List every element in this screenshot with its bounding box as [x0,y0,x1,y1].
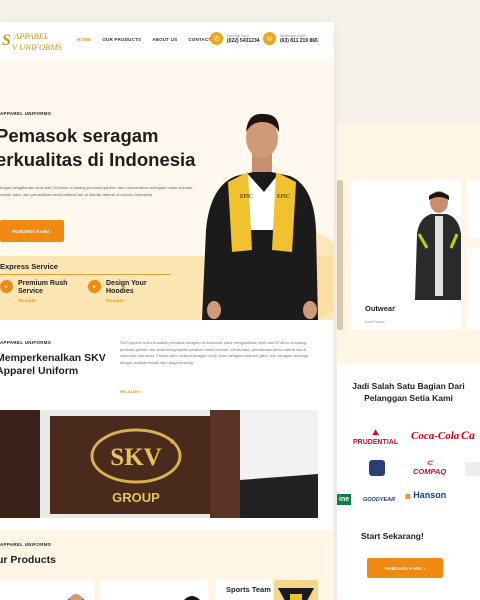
client-logo-partial-box [465,462,480,476]
top-navbar: S APPAREL V UNIFORMS HOME OUR PRODUCTS A… [0,22,334,60]
sign-skv-text: SKV [110,444,161,471]
express-divider [0,274,170,275]
hero-description: engan pengalaman lebih dari 20 tahun di … [0,185,194,197]
about-description: SKV Apparel Uniform adalah pemasok serag… [120,341,309,365]
hero-contact-button[interactable]: HUBUNGI KAMI › [0,220,64,242]
about-section: APPAREL UNIFORMS Memperkenalkan SKV Appa… [0,320,334,530]
clients-title: Jadi Salah Satu Bagian Dari Pelanggan Se… [352,381,465,403]
client-logo-partial-green: ine [337,494,352,505]
company-sign-photo: SKV ® GROUP [0,410,318,518]
sash-text-left: EPIC [240,194,253,200]
brand-logo[interactable]: S APPAREL V UNIFORMS [2,28,64,56]
graduate-model-photo: EPIC EPIC [202,113,334,320]
sash-text-right: EPIC [277,194,290,200]
whatsapp-number: (63) 811 219 865 [280,37,318,44]
hero-section: APPAREL UNIFORMS Pemasok seragam erkuali… [0,60,334,320]
sign-registered-mark: ® [170,439,175,446]
client-logo-partial: Ca [461,428,476,442]
about-title: Memperkenalkan SKV Apparel Uniform [0,352,106,377]
service-link[interactable]: PELAJARI › [106,299,166,303]
products-title: ur Products [0,554,56,566]
nav-link-about[interactable]: ABOUT US [152,37,177,42]
product-card[interactable] [274,580,318,600]
client-logo-hanson: ▦ Hanson [405,490,446,500]
whatsapp-contact[interactable]: ✉ WhatsApp Kami (63) 811 219 865 [263,32,318,45]
client-logo-compaq: ⊂ COMPAQ [413,458,446,476]
phone-contact[interactable]: ✆ Hubungi Kami (022) 5431234 [210,32,260,45]
hanson-icon: ▦ [405,494,411,500]
client-logo-prudential: ⛰ PRUDENTIAL [353,428,398,446]
hero-title-line2: erkualitas di Indonesia [0,149,196,170]
products-section: APPAREL UNIFORMS ur Products Sports Team [0,530,334,600]
product-card-sports-team[interactable]: Sports Team [216,580,272,600]
hero-eyebrow: APPAREL UNIFORMS [0,111,52,116]
product-card-partial[interactable] [467,180,480,238]
service-design-hoodies[interactable]: ▸ Design Your Hoodies PELAJARI › [88,280,166,303]
home-page-preview: S APPAREL V UNIFORMS HOME OUR PRODUCTS A… [0,22,334,600]
client-name: Hanson [413,490,447,500]
about-read-more-link[interactable]: PELAJARI › [120,390,141,394]
service-link[interactable]: PELAJARI › [18,299,78,303]
logo-emblem: S [2,32,11,49]
service-title: Design Your Hoodies [106,280,147,295]
about-eyebrow: APPAREL UNIFORMS [0,340,52,345]
whatsapp-icon: ✉ [263,32,276,45]
logo-bottom-text: V UNIFORMS [12,42,62,52]
service-premium-rush[interactable]: ▸ Premium Rush Service PELAJARI › [0,280,78,303]
hero-title: Pemasok seragam erkualitas di Indonesia [0,124,206,172]
client-shield-icon [369,460,385,476]
service-title: Premium Rush Service [18,280,68,295]
rush-icon: ▸ [0,280,13,293]
hero-title-line1: Pemasok seragam [0,125,159,146]
client-logo-coca-cola: Coca-Cola [411,430,460,442]
phone-icon: ✆ [210,32,223,45]
express-title: Express Service [0,262,58,271]
hoodie-icon: ▸ [88,280,101,293]
start-now-title: Start Sekarang! [361,531,424,541]
product-card[interactable] [100,580,208,600]
nav-link-home[interactable]: HOME [77,37,91,42]
logo-top-text: APPAREL [14,31,49,41]
nav-link-products[interactable]: OUR PRODUCTS [102,37,141,42]
start-contact-button[interactable]: HUBUNGI KAMI › [367,558,443,578]
product-card[interactable] [0,580,94,600]
sign-group-text: GROUP [112,490,160,505]
prudential-icon: ⛰ [372,428,379,437]
product-card-edge [337,180,343,330]
outwear-model-photo [415,191,461,300]
products-eyebrow: APPAREL UNIFORMS [0,542,52,547]
outwear-card-link[interactable]: Lihat Produk [365,320,385,324]
products-page-preview: Outwear Lihat Produk Jadi Salah Satu Bag… [337,124,480,600]
outwear-card-title: Outwear [365,304,396,313]
client-name: PRUDENTIAL [353,439,399,446]
phone-number: (022) 5431234 [227,37,260,44]
client-name: COMPAQ [413,467,447,476]
nav-links: HOME OUR PRODUCTS ABOUT US CONTACT US [77,37,220,42]
products-band: Outwear Lihat Produk [337,124,480,364]
compaq-icon: ⊂ [426,458,433,467]
client-logo-goodyear: GOODYEAR [363,497,396,503]
product-card-partial[interactable] [467,248,480,330]
